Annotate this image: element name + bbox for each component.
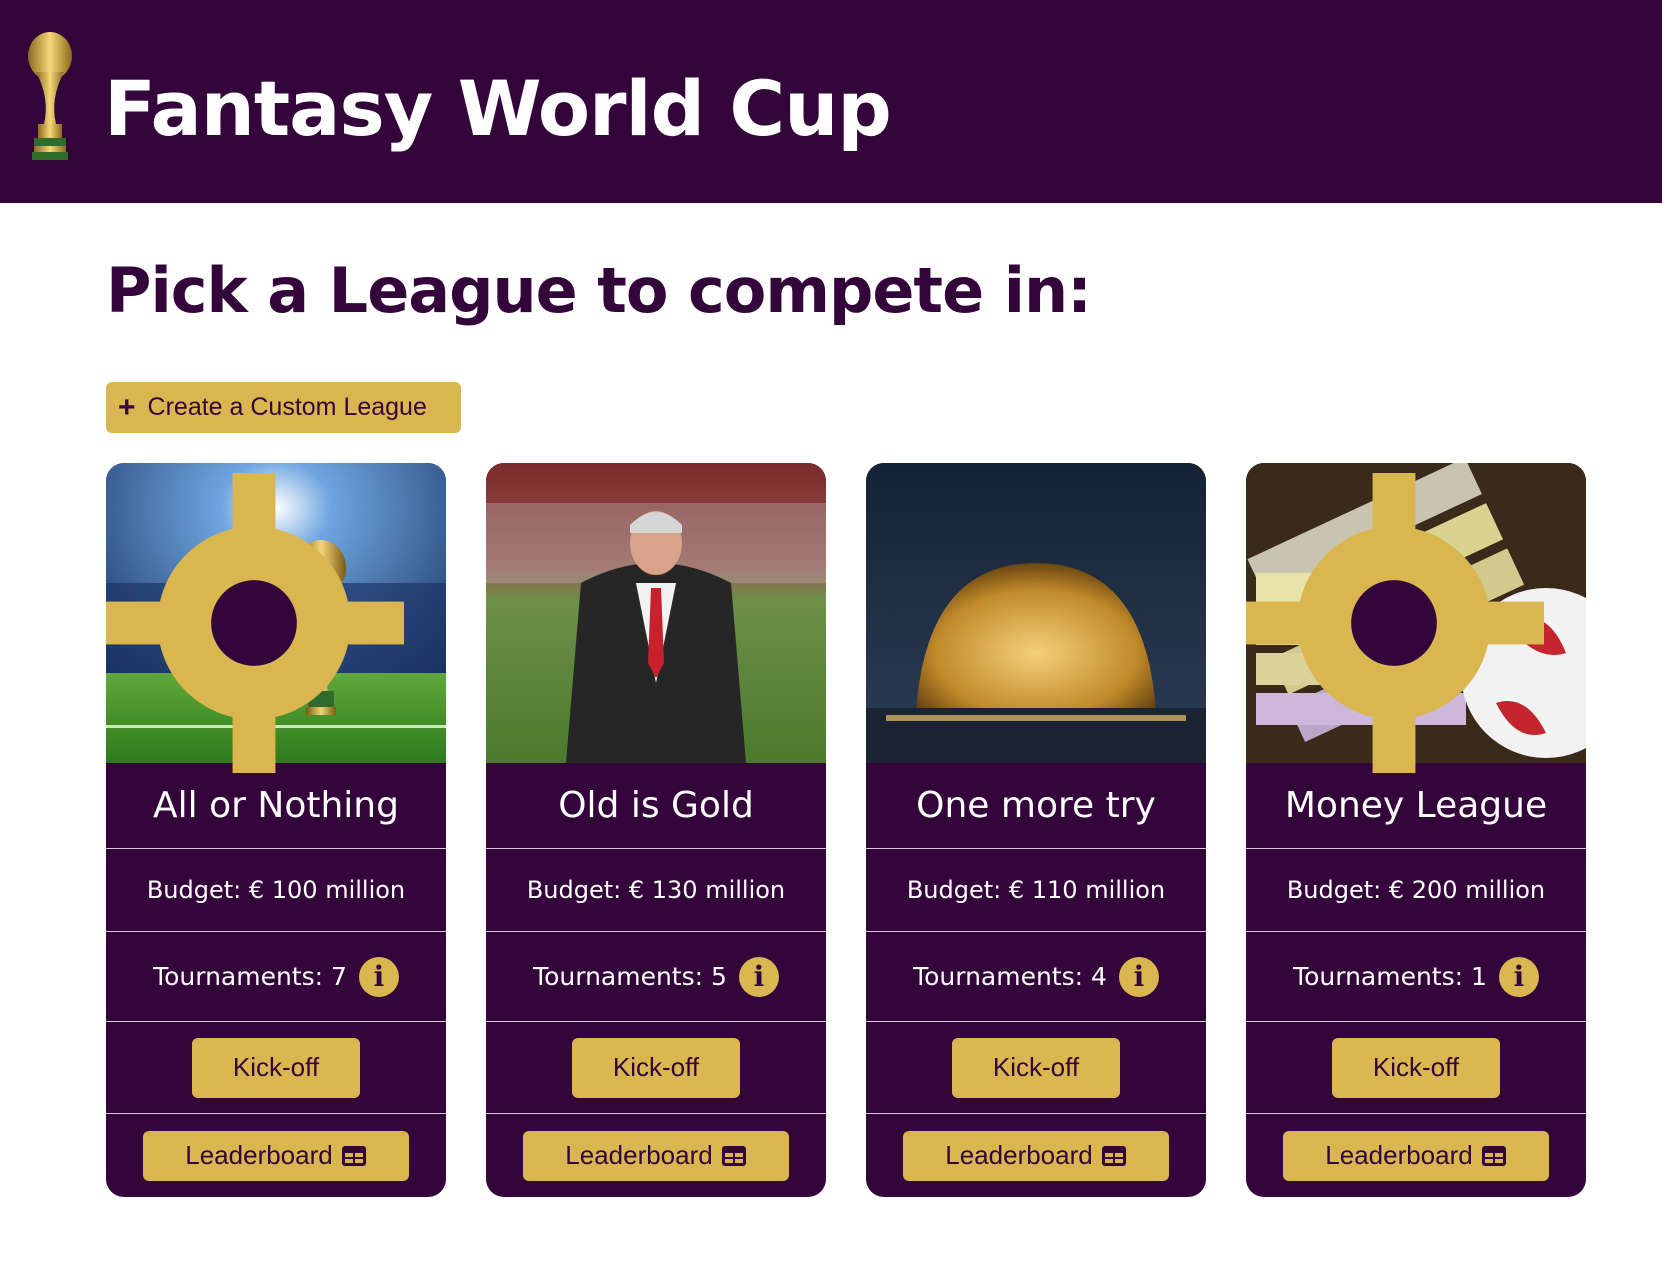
league-card: All or Nothing Budget: € 100 million Tou…	[106, 463, 446, 1197]
leaderboard-row: Leaderboard	[866, 1114, 1206, 1197]
info-icon[interactable]: i	[738, 956, 779, 997]
table-icon	[1101, 1145, 1126, 1166]
league-card: Old is Gold Budget: € 130 million Tourna…	[486, 463, 826, 1197]
leaderboard-label: Leaderboard	[945, 1140, 1093, 1170]
league-budget: Budget: € 110 million	[906, 876, 1166, 904]
leaderboard-row: Leaderboard	[106, 1114, 446, 1197]
league-tournaments: Tournaments: 1 i	[1246, 932, 1586, 1021]
league-name: One more try	[916, 785, 1156, 826]
kickoff-button[interactable]: Kick-off	[1332, 1037, 1500, 1098]
info-icon[interactable]: i	[358, 956, 399, 997]
kickoff-row: Kick-off	[1246, 1022, 1586, 1113]
league-tournaments: Tournaments: 7 i	[106, 932, 446, 1021]
leaderboard-button[interactable]: Leaderboard	[1283, 1130, 1549, 1181]
league-image	[486, 463, 826, 763]
league-cards: All or Nothing Budget: € 100 million Tou…	[106, 463, 1586, 1197]
league-image	[866, 463, 1206, 763]
create-custom-league-button[interactable]: + Create a Custom League	[106, 382, 461, 433]
league-name: Old is Gold	[558, 785, 754, 826]
kickoff-row: Kick-off	[866, 1022, 1206, 1113]
plus-icon: +	[118, 390, 136, 424]
gear-icon	[1246, 473, 1544, 773]
leaderboard-button[interactable]: Leaderboard	[523, 1130, 789, 1181]
page-title: Pick a League to compete in:	[106, 254, 1092, 327]
info-icon[interactable]: i	[1498, 956, 1539, 997]
leaderboard-label: Leaderboard	[1325, 1140, 1473, 1170]
leaderboard-row: Leaderboard	[486, 1114, 826, 1197]
league-tournaments: Tournaments: 4 i	[866, 932, 1206, 1021]
league-budget: Budget: € 200 million	[1286, 876, 1546, 904]
app-title: Fantasy World Cup	[104, 64, 892, 153]
create-custom-league-label: Create a Custom League	[147, 393, 427, 421]
league-name: Money League	[1284, 785, 1548, 826]
tournaments-label: Tournaments: 1	[1293, 962, 1487, 991]
leaderboard-label: Leaderboard	[185, 1140, 333, 1170]
table-icon	[1481, 1145, 1506, 1166]
table-icon	[721, 1145, 746, 1166]
league-card: One more try Budget: € 110 million Tourn…	[866, 463, 1206, 1197]
league-image	[1246, 463, 1586, 773]
leaderboard-button[interactable]: Leaderboard	[143, 1130, 409, 1181]
app-header: Fantasy World Cup	[0, 0, 1662, 203]
leaderboard-button[interactable]: Leaderboard	[903, 1130, 1169, 1181]
league-budget: Budget: € 100 million	[146, 876, 406, 904]
league-card: Money League Budget: € 200 million Tourn…	[1246, 463, 1586, 1197]
league-name: All or Nothing	[153, 785, 399, 826]
tournaments-label: Tournaments: 7	[153, 962, 347, 991]
tournaments-label: Tournaments: 4	[913, 962, 1107, 991]
leaderboard-row: Leaderboard	[1246, 1114, 1586, 1197]
trophy-icon	[28, 32, 72, 160]
kickoff-button[interactable]: Kick-off	[952, 1037, 1120, 1098]
kickoff-button[interactable]: Kick-off	[192, 1037, 360, 1098]
leaderboard-label: Leaderboard	[565, 1140, 713, 1170]
info-icon[interactable]: i	[1118, 956, 1159, 997]
league-budget: Budget: € 130 million	[526, 876, 786, 904]
gear-icon	[106, 473, 404, 773]
league-tournaments: Tournaments: 5 i	[486, 932, 826, 1021]
league-image	[106, 463, 446, 773]
kickoff-button[interactable]: Kick-off	[572, 1037, 740, 1098]
kickoff-row: Kick-off	[106, 1022, 446, 1113]
tournaments-label: Tournaments: 5	[533, 962, 727, 991]
table-icon	[341, 1145, 366, 1166]
kickoff-row: Kick-off	[486, 1022, 826, 1113]
